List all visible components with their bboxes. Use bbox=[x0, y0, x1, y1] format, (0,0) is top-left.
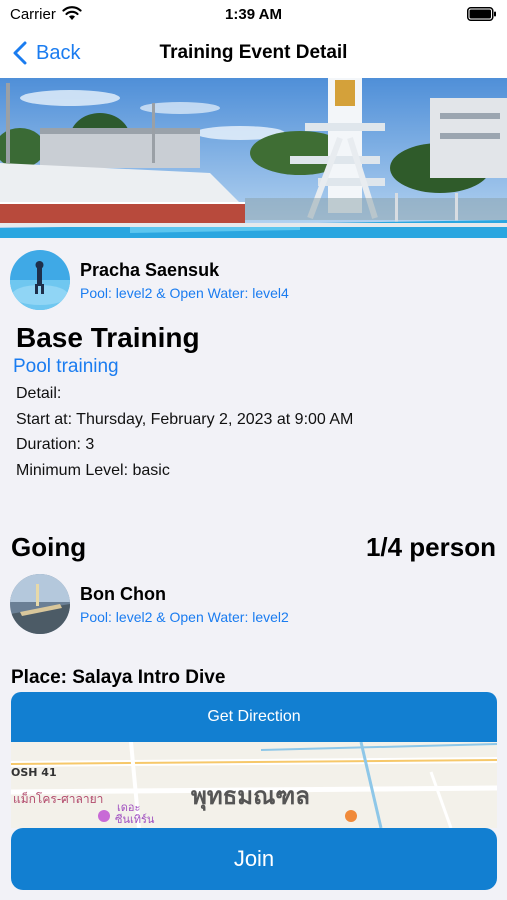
map-area-label: แม็กโคร-ศาลายา bbox=[13, 792, 104, 806]
pool-hero-image bbox=[0, 78, 507, 238]
place-label: Place: Salaya Intro Dive bbox=[11, 667, 226, 688]
event-detail: Detail: bbox=[16, 385, 62, 402]
event-duration: Duration: 3 bbox=[16, 436, 95, 453]
map-poi-label-2: ซีนเทิร์น bbox=[115, 813, 155, 826]
going-count: 1/4 person bbox=[365, 532, 496, 562]
attendee-avatar bbox=[10, 574, 70, 634]
map-district-label: พุทธมณฑล bbox=[191, 782, 311, 810]
host-avatar bbox=[10, 250, 70, 310]
status-time: 1:39 AM bbox=[225, 6, 282, 23]
map-road-label: OSH 41 bbox=[11, 766, 57, 779]
location-map[interactable]: OSH 41 พุทธมณฑล แม็กโคร-ศาลายา เดอะ ซีนเ… bbox=[11, 742, 497, 828]
status-bar: Carrier 1:39 AM bbox=[0, 0, 507, 28]
get-direction-button[interactable]: Get Direction bbox=[11, 692, 497, 742]
page-title: Training Event Detail bbox=[159, 42, 348, 63]
host-name: Pracha Saensuk bbox=[80, 259, 220, 280]
event-start-time: Start at: Thursday, February 2, 2023 at … bbox=[16, 411, 354, 428]
going-heading: Going bbox=[11, 532, 87, 562]
host-card[interactable]: Pracha Saensuk Pool: level2 & Open Water… bbox=[10, 250, 289, 310]
battery-icon bbox=[467, 7, 496, 21]
join-button[interactable]: Join bbox=[11, 828, 497, 890]
event-minimum-level: Minimum Level: basic bbox=[16, 462, 170, 479]
event-title: Base Training bbox=[16, 322, 200, 353]
navigation-bar: Back Training Event Detail bbox=[0, 28, 507, 78]
attendee-name: Bon Chon bbox=[80, 583, 166, 604]
attendee-card[interactable]: Bon Chon Pool: level2 & Open Water: leve… bbox=[10, 574, 289, 634]
attendee-level: Pool: level2 & Open Water: level2 bbox=[80, 608, 289, 625]
host-level: Pool: level2 & Open Water: level4 bbox=[80, 284, 289, 301]
event-type: Pool training bbox=[13, 356, 119, 377]
